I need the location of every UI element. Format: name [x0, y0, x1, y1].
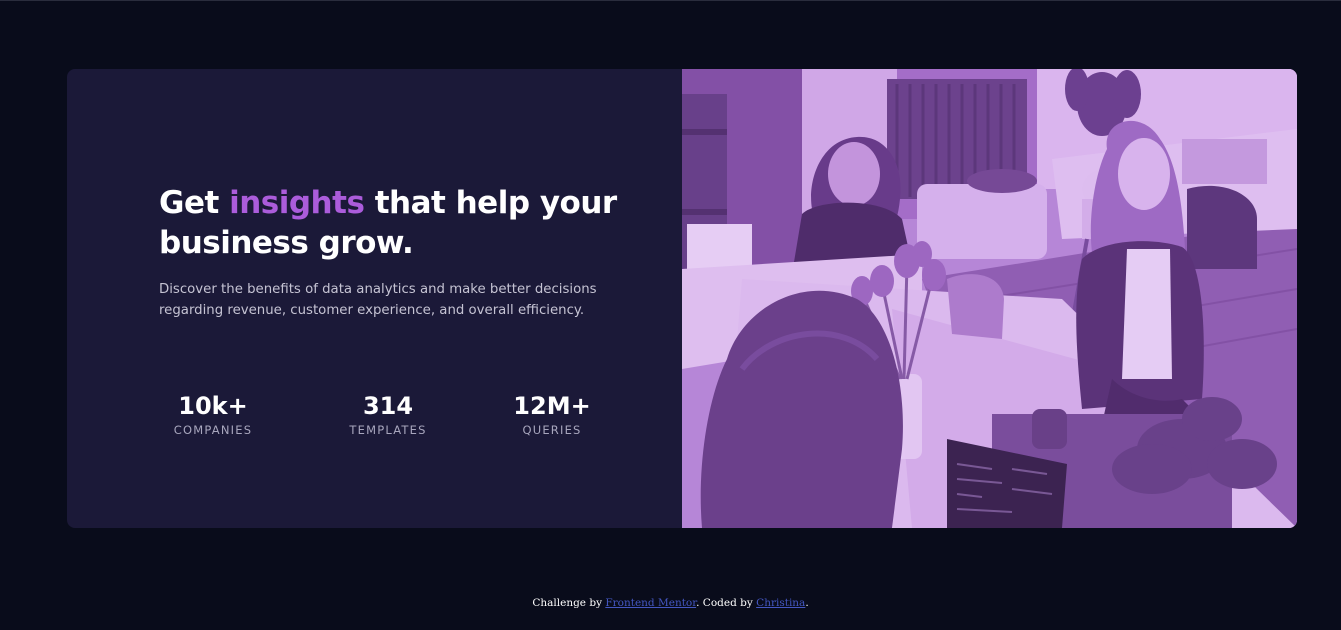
stat-value: 314	[362, 392, 414, 420]
stat-companies: 10k+ COMPANIES	[143, 391, 283, 437]
hero-photo	[682, 69, 1297, 528]
stats-row: 10k+ COMPANIES 314 TEMPLATES 12M+ QUERIE…	[159, 391, 599, 451]
stat-label: QUERIES	[522, 423, 582, 437]
attribution-footer: Challenge by Frontend Mentor. Coded by C…	[0, 596, 1341, 610]
headline-text-start: Get	[159, 185, 230, 221]
footer-middle: . Coded by	[696, 597, 757, 609]
footer-prefix: Challenge by	[532, 597, 606, 609]
stat-label: COMPANIES	[173, 423, 253, 437]
frontend-mentor-link[interactable]: Frontend Mentor	[605, 597, 696, 609]
footer-suffix: .	[805, 597, 809, 609]
stat-queries: 12M+ QUERIES	[482, 391, 622, 437]
headline-accent-word: insights	[229, 185, 365, 221]
hero-headline: Get insights that help your business gro…	[159, 183, 619, 263]
card-text-panel: Get insights that help your business gro…	[67, 69, 682, 528]
author-link[interactable]: Christina	[756, 597, 805, 609]
top-border-line	[0, 0, 1341, 1]
office-photo-illustration	[682, 69, 1297, 528]
stat-value: 10k+	[178, 392, 248, 420]
hero-description: Discover the benefits of data analytics …	[159, 282, 597, 318]
stat-label: TEMPLATES	[349, 423, 427, 437]
stat-templates: 314 TEMPLATES	[318, 391, 458, 437]
stat-value: 12M+	[513, 392, 591, 420]
stats-preview-card: Get insights that help your business gro…	[67, 69, 1297, 528]
